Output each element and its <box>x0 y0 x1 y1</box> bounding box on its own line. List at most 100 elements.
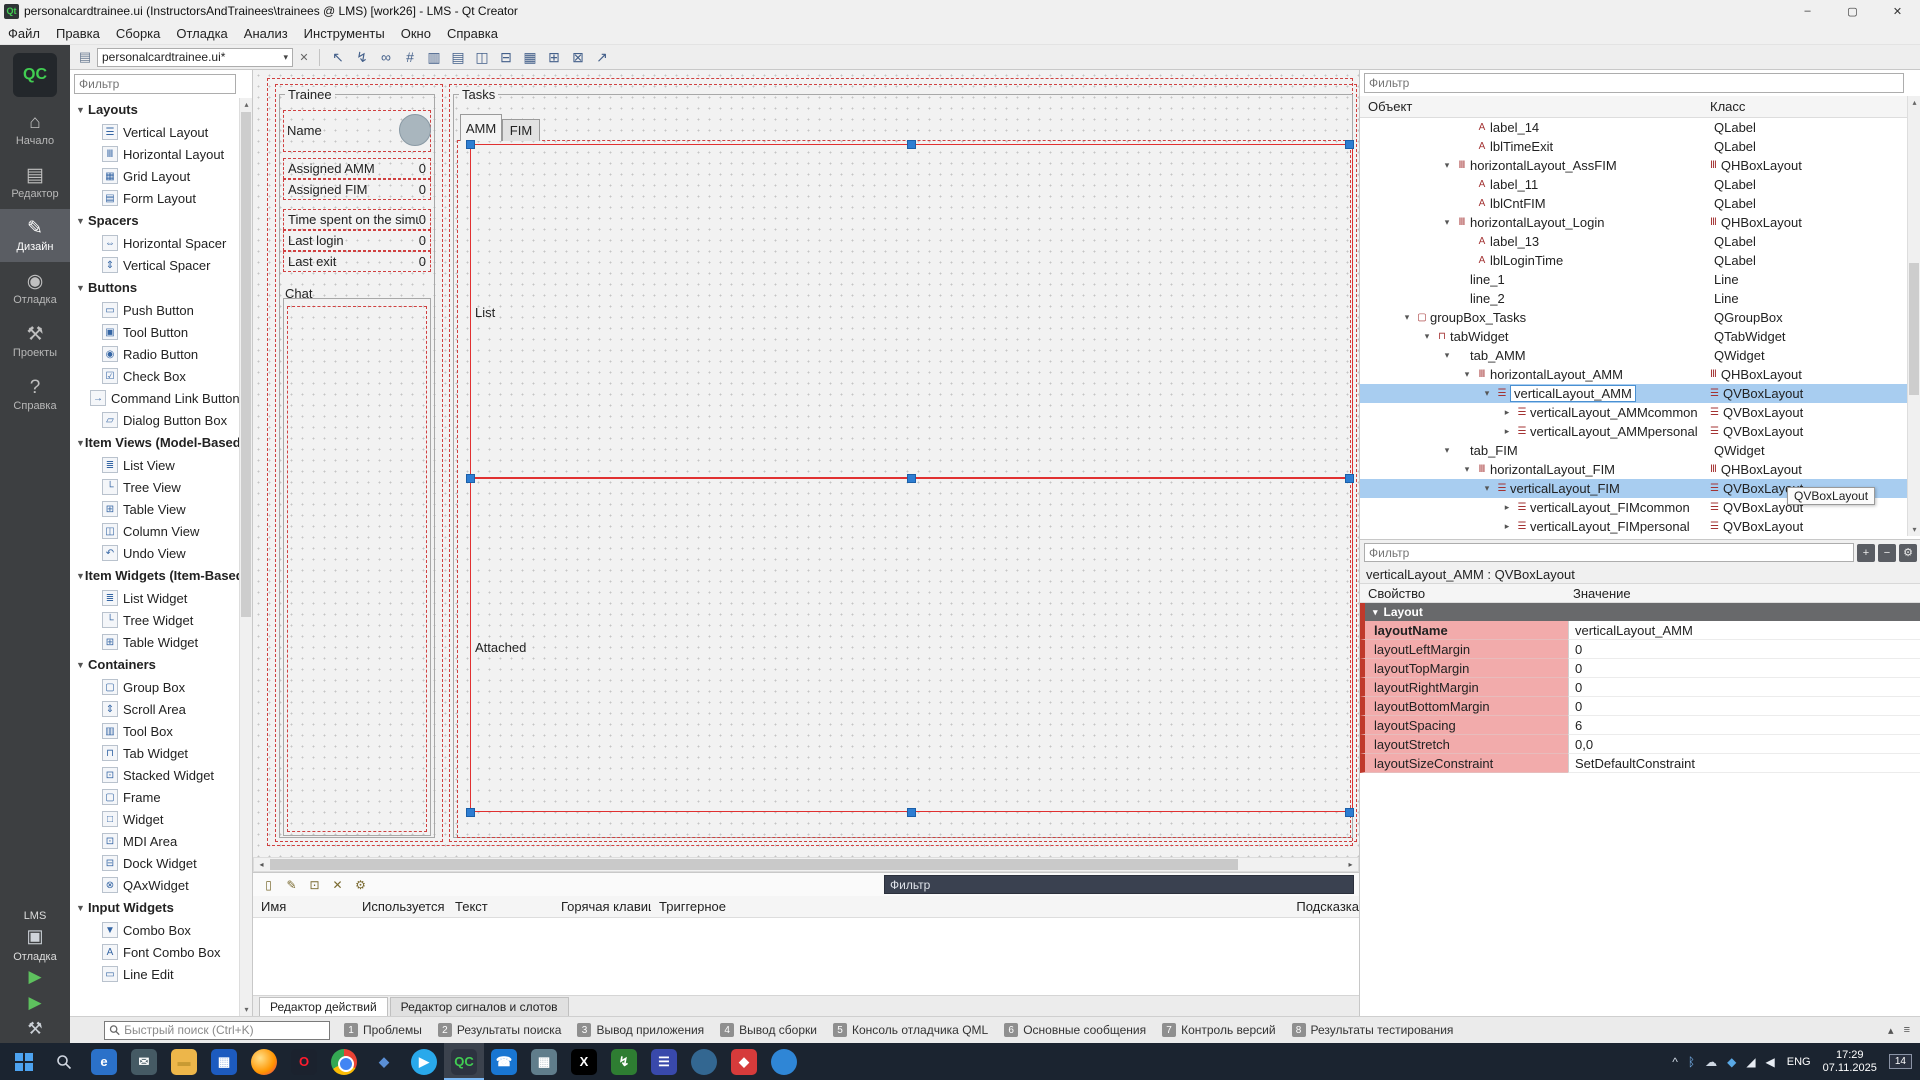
start-button[interactable] <box>4 1043 44 1080</box>
selection-handle[interactable] <box>907 140 916 149</box>
hidden-icons-chevron[interactable]: ^ <box>1672 1055 1678 1069</box>
menu-item[interactable]: Анализ <box>236 22 296 45</box>
mode-button[interactable]: ▤ Редактор <box>0 156 70 209</box>
output-pane-button[interactable]: 1 Проблемы <box>344 1023 422 1037</box>
widget-box-row[interactable]: ↶ Undo View <box>70 542 239 564</box>
object-tree-row[interactable]: line_1 Line <box>1360 270 1908 289</box>
expander-icon[interactable]: ▾ <box>1440 217 1454 228</box>
layout-vertical-icon[interactable]: ▤ <box>447 47 469 68</box>
widget-box-row[interactable]: ▢ Frame <box>70 786 239 808</box>
widget-box-row[interactable]: ▥ Tool Box <box>70 720 239 742</box>
selection-handle[interactable] <box>907 808 916 817</box>
expander-icon[interactable]: ▸ <box>1500 502 1514 513</box>
widget-box-row[interactable]: Ⅲ Horizontal Layout <box>70 143 239 165</box>
bluetooth-icon[interactable]: ᛒ <box>1688 1055 1695 1069</box>
taskbar-app[interactable] <box>684 1043 724 1080</box>
new-action-icon[interactable]: ▯ <box>259 875 278 894</box>
property-row[interactable]: layoutLeftMargin 0 <box>1360 640 1920 659</box>
object-tree-row[interactable]: line_2 Line <box>1360 289 1908 308</box>
taskbar-app[interactable]: e <box>84 1043 124 1080</box>
mode-button[interactable]: ⚒ Проекты <box>0 315 70 368</box>
value-column-header[interactable]: Значение <box>1573 586 1631 601</box>
output-pane-button[interactable]: 7 Контроль версий <box>1162 1023 1275 1037</box>
scroll-left-icon[interactable]: ◂ <box>254 858 269 871</box>
cloud-icon[interactable]: ☁ <box>1705 1055 1717 1069</box>
object-tree-row[interactable]: A label_13 QLabel <box>1360 232 1908 251</box>
property-row[interactable]: layoutStretch 0,0 <box>1360 735 1920 754</box>
output-pane-button[interactable]: 3 Вывод приложения <box>577 1023 704 1037</box>
menu-item[interactable]: Справка <box>439 22 506 45</box>
object-tree-row[interactable]: A label_14 QLabel <box>1360 118 1908 137</box>
form-field-row[interactable]: Last exit 0 <box>283 251 431 272</box>
property-row[interactable]: layoutBottomMargin 0 <box>1360 697 1920 716</box>
taskbar-app[interactable]: ▦ <box>204 1043 244 1080</box>
expander-icon[interactable]: ▾ <box>1460 464 1474 475</box>
selection-handle[interactable] <box>466 140 475 149</box>
build-button[interactable]: ⚒ <box>27 1019 42 1039</box>
maximize-button[interactable]: ▢ <box>1830 0 1875 22</box>
widget-box-row[interactable]: ▼ Item Views (Model-Based) <box>70 431 239 454</box>
property-row[interactable]: layoutTopMargin 0 <box>1360 659 1920 678</box>
output-pane-button[interactable]: 8 Результаты тестирования <box>1292 1023 1454 1037</box>
widget-box-row[interactable]: └ Tree Widget <box>70 609 239 631</box>
layout-splitter-horizontal-icon[interactable]: ◫ <box>471 47 493 68</box>
menu-item[interactable]: Правка <box>48 22 108 45</box>
selection-handle[interactable] <box>466 808 475 817</box>
taskbar-app[interactable]: ◆ <box>724 1043 764 1080</box>
widget-box-filter-input[interactable] <box>74 74 236 94</box>
widget-box-row[interactable]: ⊓ Tab Widget <box>70 742 239 764</box>
property-value[interactable]: 0 <box>1568 678 1920 697</box>
menu-item[interactable]: Сборка <box>108 22 169 45</box>
widget-box-row[interactable]: ⊞ Table View <box>70 498 239 520</box>
minimize-button[interactable]: – <box>1785 0 1830 22</box>
mode-button[interactable]: ◉ Отладка <box>0 262 70 315</box>
scrollbar-thumb[interactable] <box>270 859 1238 870</box>
object-tree-row[interactable]: A label_11 QLabel <box>1360 175 1908 194</box>
canvas-horizontal-scrollbar[interactable]: ◂ ▸ <box>253 857 1359 872</box>
widget-box-row[interactable]: ⊡ MDI Area <box>70 830 239 852</box>
taskbar-app[interactable]: ☎ <box>484 1043 524 1080</box>
property-value[interactable]: verticalLayout_AMM <box>1568 621 1920 640</box>
widget-box-row[interactable]: ▣ Tool Button <box>70 321 239 343</box>
expander-icon[interactable]: ▾ <box>1480 483 1494 494</box>
close-document-button[interactable]: ✕ <box>296 49 312 65</box>
widget-box-row[interactable]: □ Widget <box>70 808 239 830</box>
tab-fim[interactable]: FIM <box>502 119 540 141</box>
taskbar-app[interactable]: ◆ <box>364 1043 404 1080</box>
widget-box-row[interactable]: ▢ Group Box <box>70 676 239 698</box>
widget-box-row[interactable]: A Font Combo Box <box>70 941 239 963</box>
run-button[interactable]: ▶ <box>28 967 41 987</box>
object-inspector-scrollbar[interactable]: ▴ ▾ <box>1907 96 1920 536</box>
output-pane-button[interactable]: 5 Консоль отладчика QML <box>833 1023 988 1037</box>
selection-handle[interactable] <box>907 474 916 483</box>
expander-icon[interactable]: ▾ <box>1440 160 1454 171</box>
taskbar-app[interactable]: ▶ <box>404 1043 444 1080</box>
scroll-down-icon[interactable]: ▾ <box>1908 523 1920 536</box>
mode-button[interactable]: ? Справка <box>0 368 70 421</box>
taskbar-app[interactable]: ✉ <box>124 1043 164 1080</box>
class-column-header[interactable]: Класс <box>1710 99 1745 114</box>
object-column-header[interactable]: Объект <box>1360 99 1710 114</box>
menu-item[interactable]: Отладка <box>168 22 235 45</box>
menu-item[interactable]: Окно <box>393 22 439 45</box>
kit-selector[interactable]: LMS ▣ Отладка <box>0 910 70 963</box>
mode-button[interactable]: ⌂ Начало <box>0 103 70 156</box>
form-field-row[interactable]: Assigned FIM 0 <box>283 179 431 200</box>
taskbar-app[interactable]: ☰ <box>644 1043 684 1080</box>
taskbar-app[interactable] <box>324 1043 364 1080</box>
widget-box-row[interactable]: ⇔ Horizontal Spacer <box>70 232 239 254</box>
object-tree-row[interactable]: A lblCntFIM QLabel <box>1360 194 1908 213</box>
widget-box-row[interactable]: ⊡ Stacked Widget <box>70 764 239 786</box>
property-row[interactable]: layoutSizeConstraint SetDefaultConstrain… <box>1360 754 1920 773</box>
edit-action-icon[interactable]: ✎ <box>282 875 301 894</box>
expander-icon[interactable]: ▸ <box>1500 521 1514 532</box>
object-tree-row[interactable]: ▾ Ⅲ horizontalLayout_AMM Ⅲ QHBoxLayout <box>1360 365 1908 384</box>
scroll-right-icon[interactable]: ▸ <box>1343 858 1358 871</box>
expander-icon[interactable]: ▾ <box>1440 350 1454 361</box>
quick-search[interactable] <box>104 1021 330 1040</box>
selected-layout-top[interactable] <box>470 144 1353 478</box>
taskbar-app[interactable]: O <box>284 1043 324 1080</box>
widget-box-row[interactable]: ▼ Buttons <box>70 276 239 299</box>
edit-buddies-icon[interactable]: ∞ <box>375 47 397 68</box>
widget-box-row[interactable]: ⇕ Scroll Area <box>70 698 239 720</box>
